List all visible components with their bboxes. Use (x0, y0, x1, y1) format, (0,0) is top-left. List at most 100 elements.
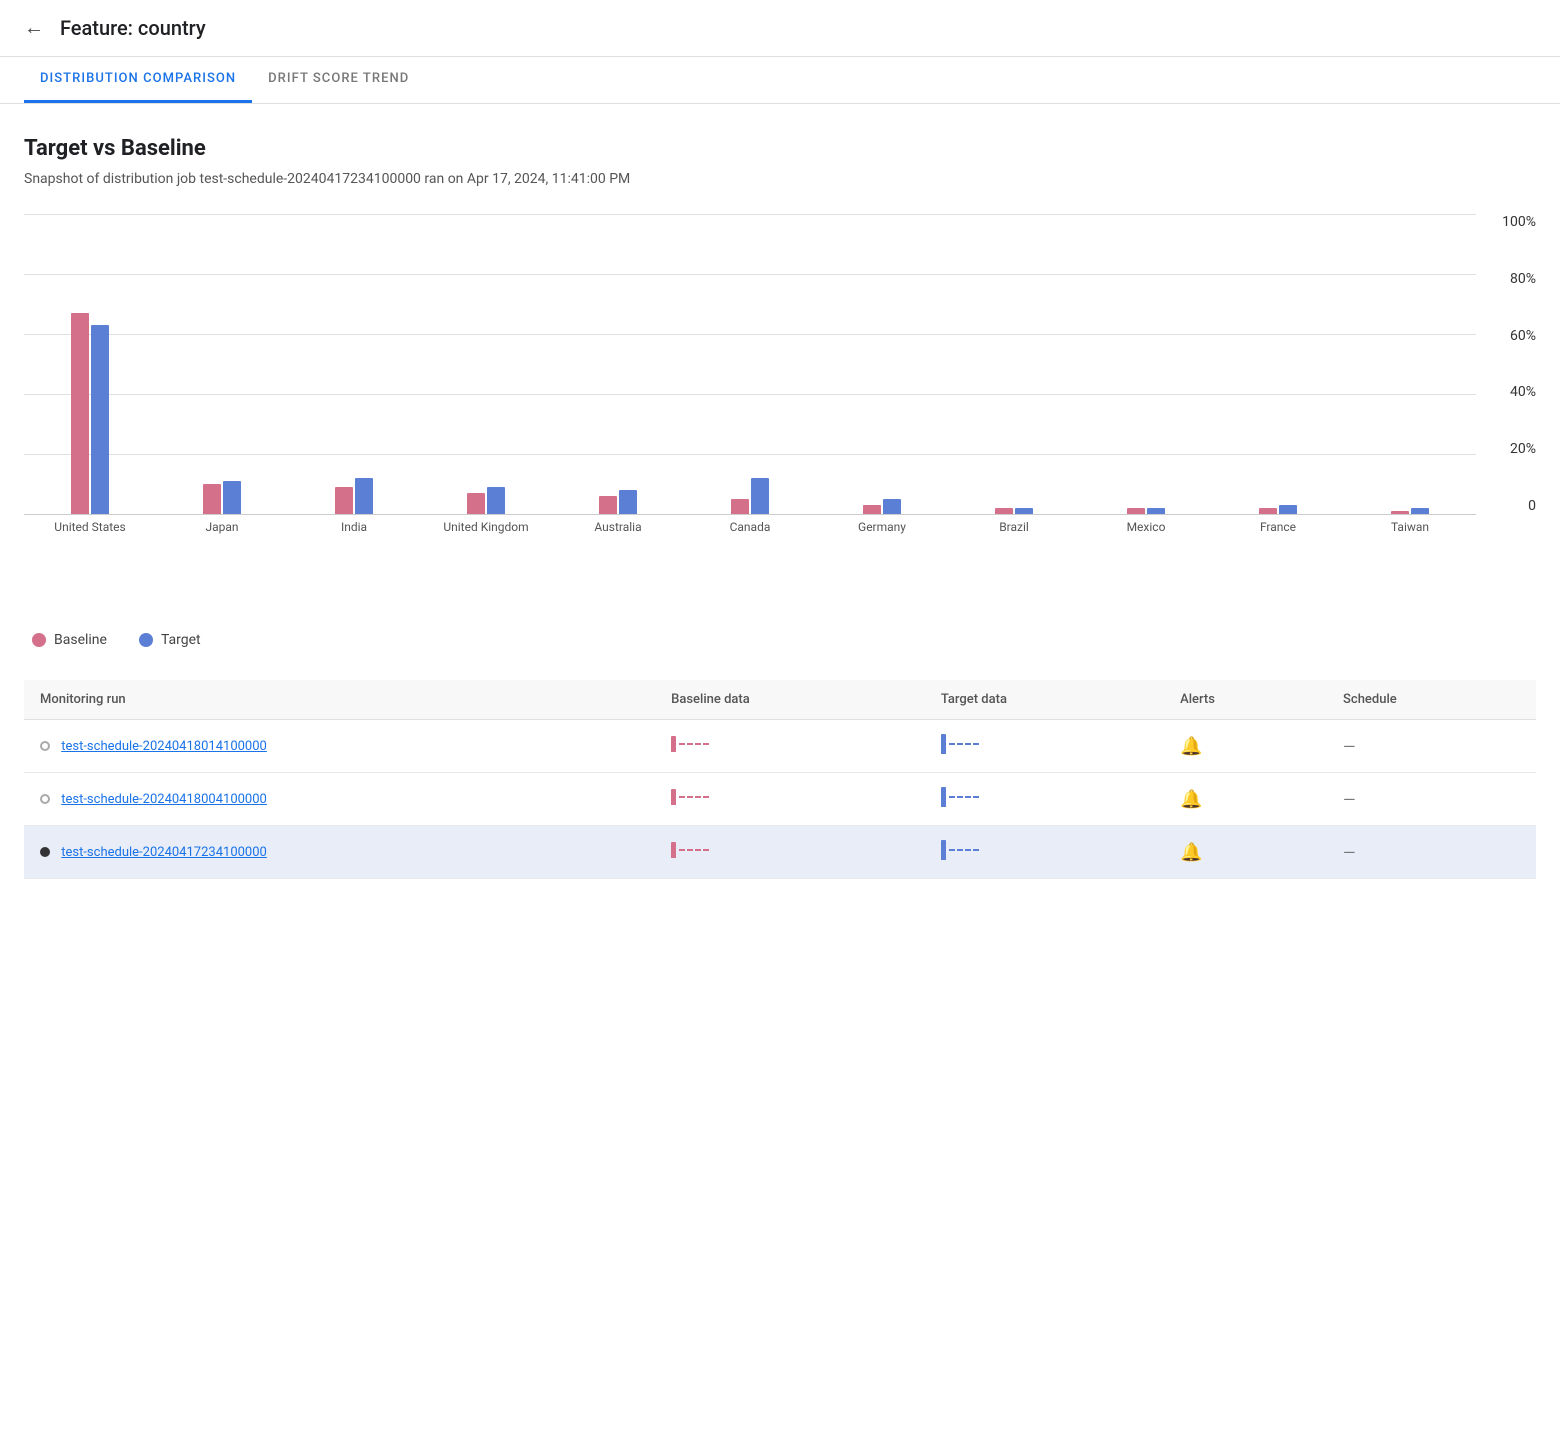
row2-alerts-cell: 🔔 (1164, 773, 1327, 826)
row1-schedule-cell: — (1327, 720, 1536, 773)
row2-run-link[interactable]: test-schedule-20240418004100000 (61, 792, 267, 807)
main-content: Target vs Baseline Snapshot of distribut… (0, 104, 1560, 911)
bar-mx-target (1147, 508, 1165, 514)
bar-fr-baseline (1259, 508, 1277, 514)
bar-in-target (355, 478, 373, 514)
bar-uk-baseline (467, 493, 485, 514)
col-monitoring-run: Monitoring run (24, 680, 655, 720)
y-label-80: 80% (1510, 271, 1536, 287)
legend-baseline-dot (32, 633, 46, 647)
row1-status-dot (40, 741, 50, 751)
mini-dash-target (949, 743, 979, 745)
tab-distribution[interactable]: DISTRIBUTION COMPARISON (24, 57, 252, 103)
bar-group-fr (1212, 214, 1344, 514)
y-label-100: 100% (1502, 214, 1536, 230)
row3-run-link[interactable]: test-schedule-20240417234100000 (61, 845, 267, 860)
page-header: ← Feature: country (0, 0, 1560, 57)
y-label-40: 40% (1510, 384, 1536, 400)
table-row: test-schedule-20240418014100000 🔔 (24, 720, 1536, 773)
chart-plot-area: United States Japan India United Kingdom… (24, 214, 1476, 514)
row2-status-dot (40, 794, 50, 804)
row2-schedule-cell: — (1327, 773, 1536, 826)
bar-us-target (91, 325, 109, 514)
row1-target-mini (941, 734, 979, 754)
legend-baseline-label: Baseline (54, 632, 107, 648)
x-label-ca: Canada (684, 520, 816, 536)
x-axis-labels: United States Japan India United Kingdom… (24, 520, 1476, 536)
bar-group-us (24, 214, 156, 514)
row3-baseline-mini (671, 842, 709, 858)
bar-fr-target (1279, 505, 1297, 514)
monitoring-table: Monitoring run Baseline data Target data… (24, 680, 1536, 879)
mini-dash-baseline2 (679, 796, 709, 798)
mini-bar-baseline3 (671, 842, 676, 858)
table-row: test-schedule-20240418004100000 🔔 (24, 773, 1536, 826)
bar-group-in (288, 214, 420, 514)
section-title: Target vs Baseline (24, 136, 1536, 161)
bar-group-ca (684, 214, 816, 514)
bar-group-tw (1344, 214, 1476, 514)
mini-bar-baseline2 (671, 789, 676, 805)
tab-bar: DISTRIBUTION COMPARISON DRIFT SCORE TREN… (0, 57, 1560, 104)
table-body: test-schedule-20240418014100000 🔔 (24, 720, 1536, 879)
row1-run-cell: test-schedule-20240418014100000 (24, 720, 655, 773)
bar-in-baseline (335, 487, 353, 514)
row2-schedule-dash: — (1343, 790, 1356, 809)
row1-run-link[interactable]: test-schedule-20240418014100000 (61, 739, 267, 754)
bar-ca-target (751, 478, 769, 514)
bar-group-jp (156, 214, 288, 514)
mini-dash-baseline (679, 743, 709, 745)
mini-dash-target3 (949, 849, 979, 851)
legend-baseline: Baseline (32, 632, 107, 648)
row1-baseline-cell (655, 720, 925, 773)
mini-dash-target2 (949, 796, 979, 798)
table-row: test-schedule-20240417234100000 🔔 (24, 826, 1536, 879)
legend-target-label: Target (161, 632, 201, 648)
bar-chart: United States Japan India United Kingdom… (24, 214, 1536, 584)
row3-alert-icon: 🔔 (1180, 842, 1202, 863)
col-target-data: Target data (925, 680, 1164, 720)
row2-baseline-cell (655, 773, 925, 826)
back-button[interactable]: ← (24, 17, 44, 40)
bar-tw-target (1411, 508, 1429, 514)
legend-target-dot (139, 633, 153, 647)
x-label-mx: Mexico (1080, 520, 1212, 536)
page-title: Feature: country (60, 16, 206, 40)
bar-uk-target (487, 487, 505, 514)
chart-legend: Baseline Target (32, 632, 1536, 648)
x-label-au: Australia (552, 520, 684, 536)
row3-schedule-dash: — (1343, 843, 1356, 862)
bar-au-baseline (599, 496, 617, 514)
row2-target-cell (925, 773, 1164, 826)
col-baseline-data: Baseline data (655, 680, 925, 720)
tab-drift[interactable]: DRIFT SCORE TREND (252, 57, 425, 103)
col-alerts: Alerts (1164, 680, 1327, 720)
bar-au-target (619, 490, 637, 514)
x-label-de: Germany (816, 520, 948, 536)
bar-mx-baseline (1127, 508, 1145, 514)
y-axis-labels: 100% 80% 60% 40% 20% 0 (1481, 214, 1536, 514)
bar-br-target (1015, 508, 1033, 514)
row1-baseline-mini (671, 736, 709, 752)
x-label-br: Brazil (948, 520, 1080, 536)
row1-schedule-dash: — (1343, 737, 1356, 756)
row3-target-cell (925, 826, 1164, 879)
row3-schedule-cell: — (1327, 826, 1536, 879)
bar-group-au (552, 214, 684, 514)
bar-group-mx (1080, 214, 1212, 514)
mini-bar-baseline (671, 736, 676, 752)
bar-group-uk (420, 214, 552, 514)
bar-group-br (948, 214, 1080, 514)
mini-bar-target (941, 734, 946, 754)
row2-target-mini (941, 787, 979, 807)
grid-line-0 (24, 514, 1476, 515)
table-header: Monitoring run Baseline data Target data… (24, 680, 1536, 720)
bar-us-baseline (71, 313, 89, 514)
x-label-us: United States (24, 520, 156, 536)
mini-bar-target3 (941, 840, 946, 860)
x-label-uk: United Kingdom (420, 520, 552, 536)
legend-target: Target (139, 632, 201, 648)
row3-alerts-cell: 🔔 (1164, 826, 1327, 879)
row2-run-cell: test-schedule-20240418004100000 (24, 773, 655, 826)
bar-de-target (883, 499, 901, 514)
